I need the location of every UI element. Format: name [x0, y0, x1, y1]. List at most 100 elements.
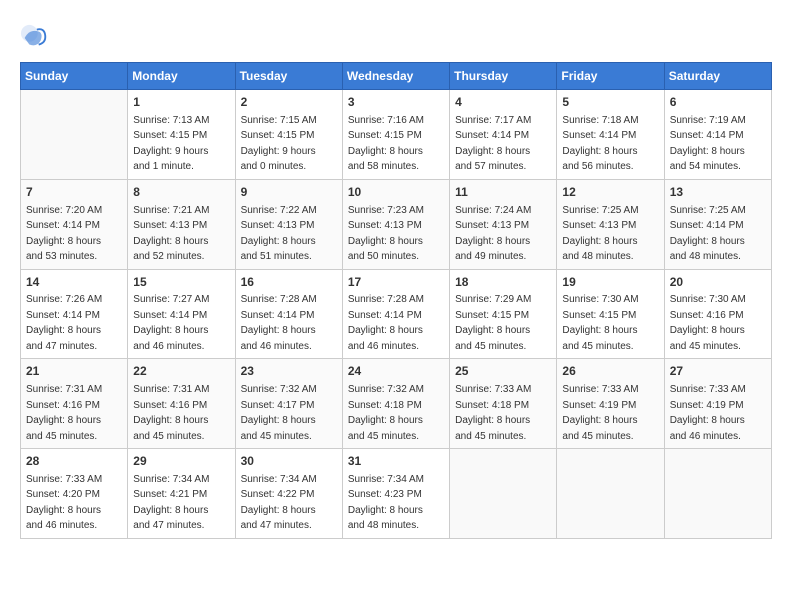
day-info: Sunrise: 7:28 AM Sunset: 4:14 PM Dayligh…: [241, 294, 317, 352]
day-info: Sunrise: 7:27 AM Sunset: 4:14 PM Dayligh…: [133, 294, 209, 352]
week-row-2: 7 Sunrise: 7:20 AM Sunset: 4:14 PM Daylig…: [21, 179, 772, 269]
calendar-cell: 7 Sunrise: 7:20 AM Sunset: 4:14 PM Daylig…: [21, 179, 128, 269]
column-header-tuesday: Tuesday: [235, 63, 342, 90]
calendar-cell: 26Sunrise: 7:33 AM Sunset: 4:19 PM Dayli…: [557, 359, 664, 449]
day-info: Sunrise: 7:16 AM Sunset: 4:15 PM Dayligh…: [348, 115, 424, 173]
calendar-cell: 25Sunrise: 7:33 AM Sunset: 4:18 PM Dayli…: [450, 359, 557, 449]
day-info: Sunrise: 7:25 AM Sunset: 4:14 PM Dayligh…: [670, 205, 746, 263]
calendar-cell: 29 Sunrise: 7:34 AM Sunset: 4:21 PM Dayli…: [128, 449, 235, 539]
day-number: 15: [133, 274, 229, 291]
day-number: 25: [455, 363, 551, 380]
day-number: 12: [562, 184, 658, 201]
calendar-cell: 30 Sunrise: 7:34 AM Sunset: 4:22 PM Dayli…: [235, 449, 342, 539]
day-info: Sunrise: 7:33 AM Sunset: 4:19 PM Dayligh…: [670, 384, 746, 442]
calendar-cell: 22 Sunrise: 7:31 AM Sunset: 4:16 PM Dayli…: [128, 359, 235, 449]
column-header-sunday: Sunday: [21, 63, 128, 90]
calendar-cell: 31 Sunrise: 7:34 AM Sunset: 4:23 PM Dayli…: [342, 449, 449, 539]
calendar-cell: 23 Sunrise: 7:32 AM Sunset: 4:17 PM Dayli…: [235, 359, 342, 449]
day-number: 4: [455, 94, 551, 111]
calendar-cell: 6 Sunrise: 7:19 AM Sunset: 4:14 PM Daylig…: [664, 90, 771, 180]
day-number: 22: [133, 363, 229, 380]
day-number: 27: [670, 363, 766, 380]
calendar-header-row: SundayMondayTuesdayWednesdayThursdayFrid…: [21, 63, 772, 90]
day-number: 28: [26, 453, 122, 470]
day-info: Sunrise: 7:33 AM Sunset: 4:20 PM Dayligh…: [26, 474, 102, 532]
day-info: Sunrise: 7:19 AM Sunset: 4:14 PM Dayligh…: [670, 115, 746, 173]
page-header: [20, 20, 772, 52]
calendar-cell: 8 Sunrise: 7:21 AM Sunset: 4:13 PM Daylig…: [128, 179, 235, 269]
day-info: Sunrise: 7:22 AM Sunset: 4:13 PM Dayligh…: [241, 205, 317, 263]
calendar-cell: 18 Sunrise: 7:29 AM Sunset: 4:15 PM Dayli…: [450, 269, 557, 359]
day-info: Sunrise: 7:30 AM Sunset: 4:15 PM Dayligh…: [562, 294, 638, 352]
day-info: Sunrise: 7:30 AM Sunset: 4:16 PM Dayligh…: [670, 294, 746, 352]
day-number: 21: [26, 363, 122, 380]
day-number: 26: [562, 363, 658, 380]
day-number: 31: [348, 453, 444, 470]
calendar-cell: [557, 449, 664, 539]
day-info: Sunrise: 7:31 AM Sunset: 4:16 PM Dayligh…: [133, 384, 209, 442]
logo-icon: [20, 24, 48, 52]
column-header-monday: Monday: [128, 63, 235, 90]
column-header-saturday: Saturday: [664, 63, 771, 90]
day-number: 29: [133, 453, 229, 470]
calendar-cell: [664, 449, 771, 539]
calendar-cell: 11Sunrise: 7:24 AM Sunset: 4:13 PM Dayli…: [450, 179, 557, 269]
calendar-cell: 21 Sunrise: 7:31 AM Sunset: 4:16 PM Dayli…: [21, 359, 128, 449]
calendar-cell: 17Sunrise: 7:28 AM Sunset: 4:14 PM Dayli…: [342, 269, 449, 359]
column-header-wednesday: Wednesday: [342, 63, 449, 90]
logo: [20, 24, 52, 52]
day-number: 18: [455, 274, 551, 291]
calendar-cell: [21, 90, 128, 180]
day-number: 11: [455, 184, 551, 201]
day-info: Sunrise: 7:17 AM Sunset: 4:14 PM Dayligh…: [455, 115, 531, 173]
day-number: 1: [133, 94, 229, 111]
day-info: Sunrise: 7:32 AM Sunset: 4:17 PM Dayligh…: [241, 384, 317, 442]
day-info: Sunrise: 7:21 AM Sunset: 4:13 PM Dayligh…: [133, 205, 209, 263]
calendar-cell: 13 Sunrise: 7:25 AM Sunset: 4:14 PM Dayli…: [664, 179, 771, 269]
column-header-friday: Friday: [557, 63, 664, 90]
day-number: 14: [26, 274, 122, 291]
calendar-cell: 19Sunrise: 7:30 AM Sunset: 4:15 PM Dayli…: [557, 269, 664, 359]
calendar-cell: 5 Sunrise: 7:18 AM Sunset: 4:14 PM Daylig…: [557, 90, 664, 180]
day-number: 16: [241, 274, 337, 291]
calendar-cell: 24Sunrise: 7:32 AM Sunset: 4:18 PM Dayli…: [342, 359, 449, 449]
day-info: Sunrise: 7:25 AM Sunset: 4:13 PM Dayligh…: [562, 205, 638, 263]
day-number: 23: [241, 363, 337, 380]
week-row-1: 1Sunrise: 7:13 AM Sunset: 4:15 PM Daylig…: [21, 90, 772, 180]
calendar-cell: 2Sunrise: 7:15 AM Sunset: 4:15 PM Daylig…: [235, 90, 342, 180]
calendar-cell: [450, 449, 557, 539]
day-info: Sunrise: 7:34 AM Sunset: 4:22 PM Dayligh…: [241, 474, 317, 532]
day-info: Sunrise: 7:28 AM Sunset: 4:14 PM Dayligh…: [348, 294, 424, 352]
day-number: 5: [562, 94, 658, 111]
day-info: Sunrise: 7:20 AM Sunset: 4:14 PM Dayligh…: [26, 205, 102, 263]
calendar-cell: 16 Sunrise: 7:28 AM Sunset: 4:14 PM Dayli…: [235, 269, 342, 359]
day-number: 13: [670, 184, 766, 201]
calendar-cell: 1Sunrise: 7:13 AM Sunset: 4:15 PM Daylig…: [128, 90, 235, 180]
day-info: Sunrise: 7:26 AM Sunset: 4:14 PM Dayligh…: [26, 294, 102, 352]
calendar-cell: 15 Sunrise: 7:27 AM Sunset: 4:14 PM Dayli…: [128, 269, 235, 359]
calendar-cell: 4 Sunrise: 7:17 AM Sunset: 4:14 PM Daylig…: [450, 90, 557, 180]
day-number: 2: [241, 94, 337, 111]
calendar-cell: 14 Sunrise: 7:26 AM Sunset: 4:14 PM Dayli…: [21, 269, 128, 359]
calendar-cell: 10Sunrise: 7:23 AM Sunset: 4:13 PM Dayli…: [342, 179, 449, 269]
calendar-cell: 12 Sunrise: 7:25 AM Sunset: 4:13 PM Dayli…: [557, 179, 664, 269]
day-info: Sunrise: 7:34 AM Sunset: 4:23 PM Dayligh…: [348, 474, 424, 532]
day-number: 30: [241, 453, 337, 470]
day-number: 10: [348, 184, 444, 201]
day-info: Sunrise: 7:34 AM Sunset: 4:21 PM Dayligh…: [133, 474, 209, 532]
week-row-5: 28 Sunrise: 7:33 AM Sunset: 4:20 PM Dayli…: [21, 449, 772, 539]
week-row-3: 14 Sunrise: 7:26 AM Sunset: 4:14 PM Dayli…: [21, 269, 772, 359]
day-number: 8: [133, 184, 229, 201]
day-info: Sunrise: 7:18 AM Sunset: 4:14 PM Dayligh…: [562, 115, 638, 173]
day-info: Sunrise: 7:32 AM Sunset: 4:18 PM Dayligh…: [348, 384, 424, 442]
day-info: Sunrise: 7:31 AM Sunset: 4:16 PM Dayligh…: [26, 384, 102, 442]
column-header-thursday: Thursday: [450, 63, 557, 90]
week-row-4: 21 Sunrise: 7:31 AM Sunset: 4:16 PM Dayli…: [21, 359, 772, 449]
day-number: 7: [26, 184, 122, 201]
calendar-cell: 3Sunrise: 7:16 AM Sunset: 4:15 PM Daylig…: [342, 90, 449, 180]
day-info: Sunrise: 7:29 AM Sunset: 4:15 PM Dayligh…: [455, 294, 531, 352]
day-number: 6: [670, 94, 766, 111]
calendar-cell: 20Sunrise: 7:30 AM Sunset: 4:16 PM Dayli…: [664, 269, 771, 359]
calendar-cell: 27 Sunrise: 7:33 AM Sunset: 4:19 PM Dayli…: [664, 359, 771, 449]
day-number: 9: [241, 184, 337, 201]
